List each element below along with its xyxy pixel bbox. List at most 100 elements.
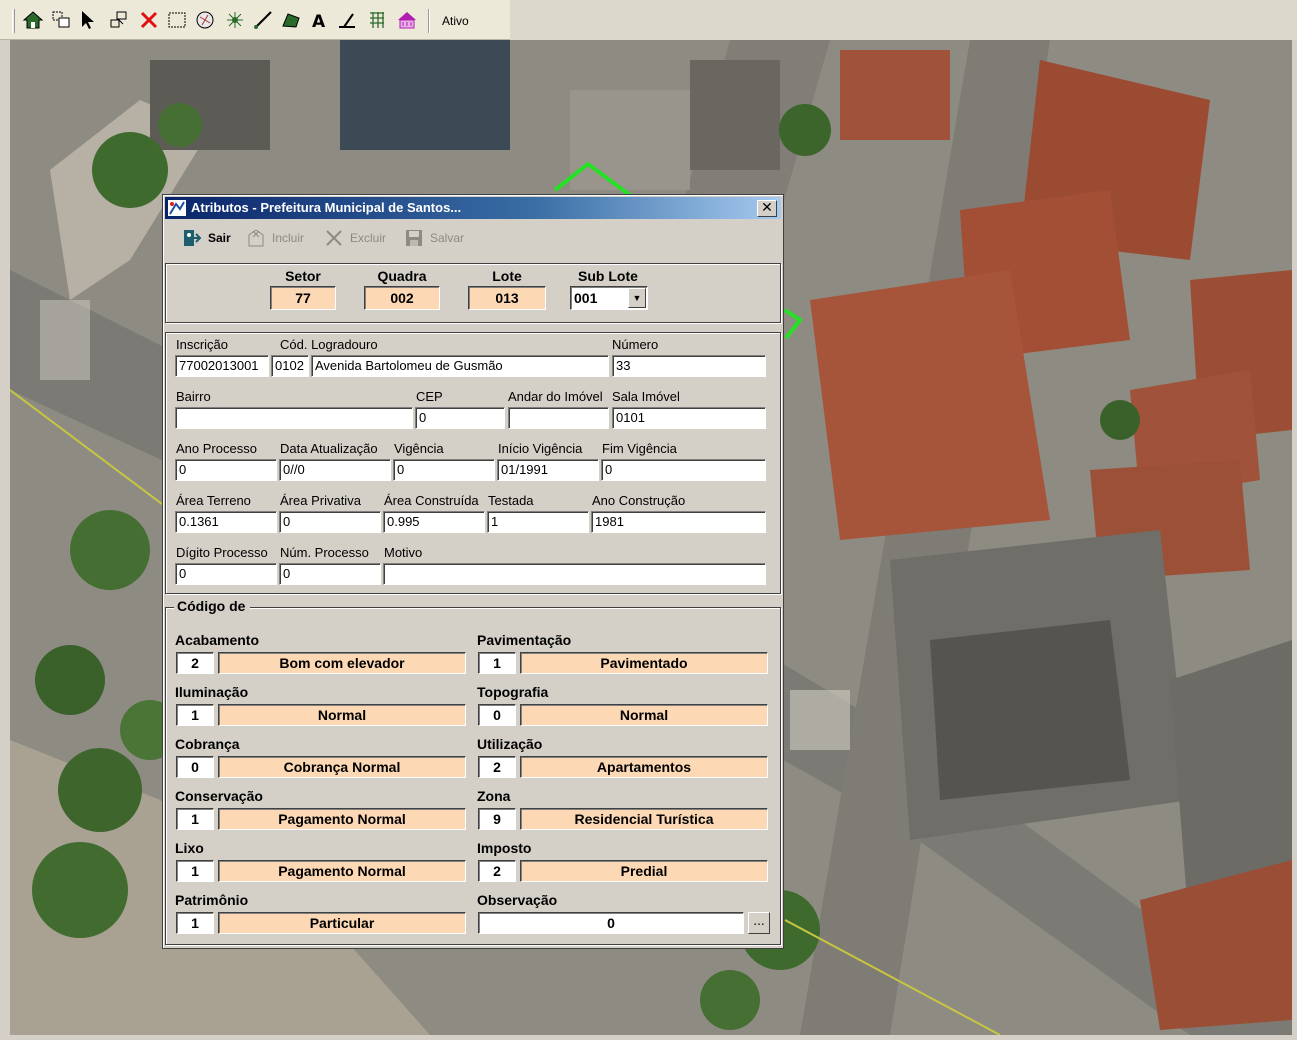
inicio-vigencia-field[interactable]: 01/1991 xyxy=(497,459,599,481)
fim-vigencia-label: Fim Vigência xyxy=(602,441,677,456)
testada-label: Testada xyxy=(488,493,534,508)
lixo-desc: Pagamento Normal xyxy=(218,860,466,882)
patrimonio-label: Patrimônio xyxy=(175,892,249,908)
sair-button[interactable]: Sair xyxy=(181,227,231,249)
iluminacao-code[interactable]: 1 xyxy=(176,704,214,726)
patrimonio-code[interactable]: 1 xyxy=(176,912,214,934)
bairro-field[interactable] xyxy=(175,407,413,429)
select-arrow-icon[interactable] xyxy=(78,9,100,33)
building-icon[interactable] xyxy=(396,9,418,33)
quadra-field[interactable]: 002 xyxy=(364,286,440,310)
andar-field[interactable] xyxy=(508,407,609,429)
ano-processo-label: Ano Processo xyxy=(176,441,257,456)
dialog-titlebar[interactable]: Atributos - Prefeitura Municipal de Sant… xyxy=(165,197,781,219)
codigo-group: Código de Acabamento 2 Bom com elevador … xyxy=(165,598,781,945)
area-construida-label: Área Construída xyxy=(384,493,479,508)
salvar-button[interactable]: Salvar xyxy=(403,227,464,249)
zona-desc: Residencial Turística xyxy=(520,808,768,830)
utilizacao-code[interactable]: 2 xyxy=(478,756,516,778)
logradouro-field[interactable]: Avenida Bartolomeu de Gusmão xyxy=(311,355,609,377)
grid-icon[interactable] xyxy=(366,9,388,33)
data-atualizacao-field[interactable]: 0//0 xyxy=(279,459,391,481)
chevron-down-icon[interactable]: ▼ xyxy=(628,288,646,308)
imposto-desc: Predial xyxy=(520,860,768,882)
zona-label: Zona xyxy=(477,788,511,804)
area-privativa-field[interactable]: 0 xyxy=(279,511,381,533)
imposto-code[interactable]: 2 xyxy=(478,860,516,882)
delete-icon[interactable] xyxy=(138,9,160,33)
incluir-label: Incluir xyxy=(272,231,305,245)
conservacao-label: Conservação xyxy=(175,788,263,804)
lote-field[interactable]: 013 xyxy=(468,286,546,310)
setor-field[interactable]: 77 xyxy=(270,286,336,310)
save-icon xyxy=(406,230,422,246)
status-label: Ativo xyxy=(442,14,469,28)
close-button[interactable]: ✕ xyxy=(757,200,777,217)
cobranca-code[interactable]: 0 xyxy=(176,756,214,778)
observacao-browse-button[interactable]: ... xyxy=(748,912,770,934)
dialog-toolbar: Sair Incluir Excluir Salvar xyxy=(165,221,781,255)
num-processo-field[interactable]: 0 xyxy=(279,563,381,585)
sala-field[interactable]: 0101 xyxy=(612,407,766,429)
vigencia-field[interactable]: 0 xyxy=(393,459,495,481)
cep-label: CEP xyxy=(416,389,443,404)
polygon-tool-icon[interactable] xyxy=(280,9,302,33)
pavimentacao-code[interactable]: 1 xyxy=(478,652,516,674)
bairro-label: Bairro xyxy=(176,389,211,404)
topografia-code[interactable]: 0 xyxy=(478,704,516,726)
measure-icon[interactable] xyxy=(336,9,358,33)
exit-icon xyxy=(184,230,202,246)
conservacao-code[interactable]: 1 xyxy=(176,808,214,830)
testada-field[interactable]: 1 xyxy=(487,511,589,533)
toolbar-grip[interactable] xyxy=(12,9,15,33)
area-terreno-field[interactable]: 0.1361 xyxy=(175,511,277,533)
sublote-label: Sub Lote xyxy=(578,268,638,284)
acabamento-label: Acabamento xyxy=(175,632,260,648)
select-area-icon[interactable] xyxy=(108,9,130,33)
numero-label: Número xyxy=(612,337,659,352)
cod-logradouro-field[interactable]: 0102 xyxy=(271,355,309,377)
pavimentacao-desc: Pavimentado xyxy=(520,652,768,674)
inscricao-label: Inscrição xyxy=(176,337,229,352)
cep-field[interactable]: 0 xyxy=(415,407,505,429)
ano-processo-field[interactable]: 0 xyxy=(175,459,277,481)
imposto-label: Imposto xyxy=(477,840,532,856)
area-construida-field[interactable]: 0.995 xyxy=(383,511,485,533)
fim-vigencia-field[interactable]: 0 xyxy=(601,459,766,481)
num-processo-label: Núm. Processo xyxy=(280,545,369,560)
topografia-label: Topografia xyxy=(477,684,549,700)
codigo-legend: Código de xyxy=(174,598,251,614)
conservacao-desc: Pagamento Normal xyxy=(218,808,466,830)
motivo-field[interactable] xyxy=(383,563,766,585)
inicio-vigencia-label: Início Vigência xyxy=(498,441,583,456)
point-tool-icon[interactable] xyxy=(224,9,246,33)
map-info-icon[interactable] xyxy=(194,9,216,33)
observacao-label: Observação xyxy=(477,892,558,908)
home-icon[interactable] xyxy=(22,9,44,33)
acabamento-code[interactable]: 2 xyxy=(176,652,214,674)
numero-field[interactable]: 33 xyxy=(612,355,766,377)
utilizacao-label: Utilização xyxy=(477,736,543,752)
toolbar-separator xyxy=(428,9,430,33)
excluir-button[interactable]: Excluir xyxy=(323,227,386,249)
sala-label: Sala Imóvel xyxy=(612,389,680,404)
rectangle-select-icon[interactable] xyxy=(166,9,188,33)
cobranca-label: Cobrança xyxy=(175,736,240,752)
line-tool-icon[interactable] xyxy=(252,9,274,33)
sublote-select[interactable]: 001 ▼ xyxy=(570,286,648,310)
ano-construcao-field[interactable]: 1981 xyxy=(591,511,766,533)
motivo-label: Motivo xyxy=(384,545,423,560)
text-tool-icon[interactable]: A xyxy=(308,9,330,33)
incluir-button[interactable]: Incluir xyxy=(245,227,304,249)
layers-icon[interactable] xyxy=(50,9,72,33)
lixo-code[interactable]: 1 xyxy=(176,860,214,882)
inscricao-field[interactable]: 77002013001 xyxy=(175,355,269,377)
setor-label: Setor xyxy=(285,268,321,284)
zona-code[interactable]: 9 xyxy=(478,808,516,830)
observacao-field[interactable]: 0 xyxy=(478,912,744,934)
excluir-label: Excluir xyxy=(350,231,387,245)
digito-processo-field[interactable]: 0 xyxy=(175,563,277,585)
attributes-dialog: Atributos - Prefeitura Municipal de Sant… xyxy=(162,194,784,949)
salvar-label: Salvar xyxy=(430,231,465,245)
quadra-label: Quadra xyxy=(377,268,427,284)
